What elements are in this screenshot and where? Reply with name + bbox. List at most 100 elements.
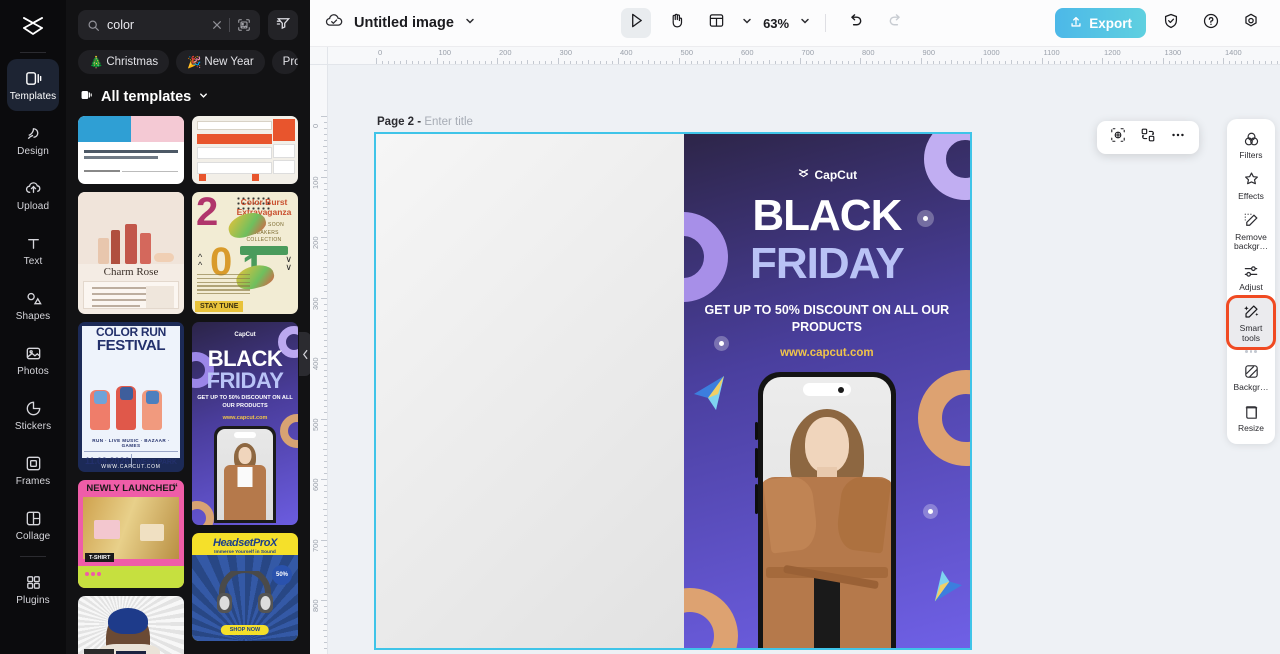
ruler-tick: [382, 61, 384, 64]
canvas-area[interactable]: 0 100 200 300 400 500 600 700 800 900 1000 1100 1200…: [310, 47, 1280, 654]
artboard[interactable]: CapCut BLACK FRIDAY GET UP TO 50% DISCOU…: [374, 132, 972, 650]
sidebar-item-label: Templates: [9, 90, 57, 102]
ruler-tick: [324, 200, 327, 202]
cloud-saved-icon[interactable]: [324, 11, 344, 36]
smart-select-button[interactable]: [1105, 125, 1131, 151]
sidebar-item-label: Photos: [17, 365, 49, 377]
ruler-tick: [751, 61, 753, 64]
headline-friday: FRIDAY: [749, 239, 905, 288]
thumbnail-title-2: FRIDAY: [206, 368, 284, 393]
replace-button[interactable]: [1135, 125, 1161, 151]
sidebar-item-photos[interactable]: Photos: [7, 334, 59, 386]
ruler-tick: [324, 134, 327, 136]
tool-resize[interactable]: Resize: [1229, 398, 1273, 438]
ruler-tick: [324, 376, 327, 378]
horizontal-ruler[interactable]: 0 100 200 300 400 500 600 700 800 900 1000 1100 1200…: [310, 47, 1280, 65]
sidebar-item-frames[interactable]: Frames: [7, 444, 59, 496]
select-tool-button[interactable]: [621, 8, 652, 38]
ruler-tick: [324, 581, 327, 583]
ruler-tick: [1005, 61, 1007, 64]
image-search-icon[interactable]: [237, 18, 251, 32]
ruler-tick: [926, 61, 928, 64]
ruler-tick: [324, 321, 327, 323]
redo-button[interactable]: [880, 8, 910, 38]
all-templates-dropdown[interactable]: All templates: [66, 82, 310, 116]
ruler-tick: [321, 176, 327, 178]
chevron-down-icon[interactable]: [464, 14, 476, 32]
ruler-tick: [787, 61, 789, 64]
search-input[interactable]: color: [78, 10, 260, 40]
ruler-tick: [1162, 58, 1164, 64]
ruler-tick: [593, 61, 595, 64]
layout-button[interactable]: [701, 8, 731, 38]
tool-background[interactable]: Backgr…: [1229, 357, 1273, 397]
black-friday-design[interactable]: CapCut BLACK FRIDAY GET UP TO 50% DISCOU…: [683, 134, 970, 648]
chip-products[interactable]: Produ: [271, 50, 298, 74]
ruler-tick: [466, 60, 468, 64]
chip-new-year[interactable]: 🎉 New Year: [176, 50, 265, 74]
tool-effects[interactable]: Effects: [1229, 166, 1273, 206]
ruler-tick: [944, 61, 946, 64]
chip-christmas[interactable]: 🎄 Christmas: [78, 50, 170, 74]
template-card-color-burst[interactable]: 201 Color Burst Extravaganza COMING SOON…: [192, 192, 298, 314]
shield-button[interactable]: [1156, 8, 1186, 38]
sidebar-item-text[interactable]: Text: [7, 224, 59, 276]
template-card-headset[interactable]: HeadsetProX Immerse Yourself in Sound 50…: [192, 533, 298, 641]
sidebar-item-design[interactable]: Design: [7, 114, 59, 166]
template-card-black-friday[interactable]: CapCut BLACK FRIDAY GET UP TO 50% DISCOU…: [192, 322, 298, 525]
ruler-tick: [324, 303, 327, 305]
sidebar-item-stickers[interactable]: Stickers: [7, 389, 59, 441]
template-card-hair-color[interactable]: Blueberry Crush Hair Color Express your …: [78, 596, 184, 654]
sidebar-item-shapes[interactable]: Shapes: [7, 279, 59, 331]
template-card-newly-launched[interactable]: NEWLY LAUNCHED “ T-SHIRT: [78, 480, 184, 588]
capcut-brand: CapCut: [684, 168, 970, 182]
ruler-tick: [757, 61, 759, 64]
sidebar-item-plugins[interactable]: Plugins: [7, 563, 59, 615]
close-icon[interactable]: [212, 20, 222, 30]
export-upload-icon: [1069, 15, 1083, 32]
help-button[interactable]: [1196, 8, 1226, 38]
template-card-charm-rose[interactable]: Charm Rose: [78, 192, 184, 314]
tool-adjust[interactable]: Adjust: [1229, 257, 1273, 297]
settings-button[interactable]: [1236, 8, 1266, 38]
page-title-input[interactable]: Enter title: [424, 116, 473, 128]
ruler-tick: [324, 527, 327, 529]
ruler-tick: [321, 237, 327, 238]
layout-chevron-down-icon[interactable]: [741, 14, 753, 32]
ruler-tick: [478, 61, 480, 64]
filter-button[interactable]: [268, 10, 298, 40]
ruler-tick: [684, 61, 686, 64]
tool-remove-background[interactable]: Remove backgr…: [1229, 207, 1273, 257]
export-button[interactable]: Export: [1055, 8, 1147, 38]
ruler-tick: [521, 61, 523, 64]
search-icon: [87, 19, 100, 32]
capcut-logo-icon[interactable]: [13, 8, 53, 44]
ruler-tick: [324, 230, 327, 232]
stickers-icon: [23, 399, 43, 419]
panel-collapse-handle[interactable]: [299, 332, 310, 376]
template-card-blue-sea[interactable]: [78, 116, 184, 184]
document-title[interactable]: Untitled image: [354, 15, 454, 31]
hand-tool-button[interactable]: [661, 8, 691, 38]
zoom-level[interactable]: 63%: [763, 16, 789, 31]
ruler-tick: [1126, 61, 1128, 64]
sidebar-item-label: Upload: [16, 200, 50, 212]
sidebar-item-upload[interactable]: Upload: [7, 169, 59, 221]
ruler-tick: [324, 575, 327, 577]
tool-label: Smart tools: [1239, 322, 1263, 343]
tool-smart-tools[interactable]: Smart tools: [1229, 297, 1273, 348]
sidebar-item-templates[interactable]: Templates: [7, 59, 59, 111]
template-column-left: Charm Rose COLOR RUN FESTIVAL RUN · LIVE…: [78, 116, 184, 654]
tool-filters[interactable]: Filters: [1229, 125, 1273, 165]
zoom-chevron-down-icon[interactable]: [799, 14, 811, 32]
ruler-tick: [1253, 60, 1255, 64]
more-options-button[interactable]: [1165, 125, 1191, 151]
vertical-ruler[interactable]: 01002003004005006007008009001000: [310, 47, 328, 654]
thumbnail-title: HeadsetProX: [212, 537, 278, 549]
sidebar-item-collage[interactable]: Collage: [7, 499, 59, 551]
template-card-color-run[interactable]: COLOR RUN FESTIVAL RUN · LIVE MUSIC · BA…: [78, 322, 184, 472]
undo-button[interactable]: [840, 8, 870, 38]
ruler-tick: [618, 58, 619, 64]
template-card-experience[interactable]: [192, 116, 298, 184]
template-column-right: 201 Color Burst Extravaganza COMING SOON…: [192, 116, 298, 654]
